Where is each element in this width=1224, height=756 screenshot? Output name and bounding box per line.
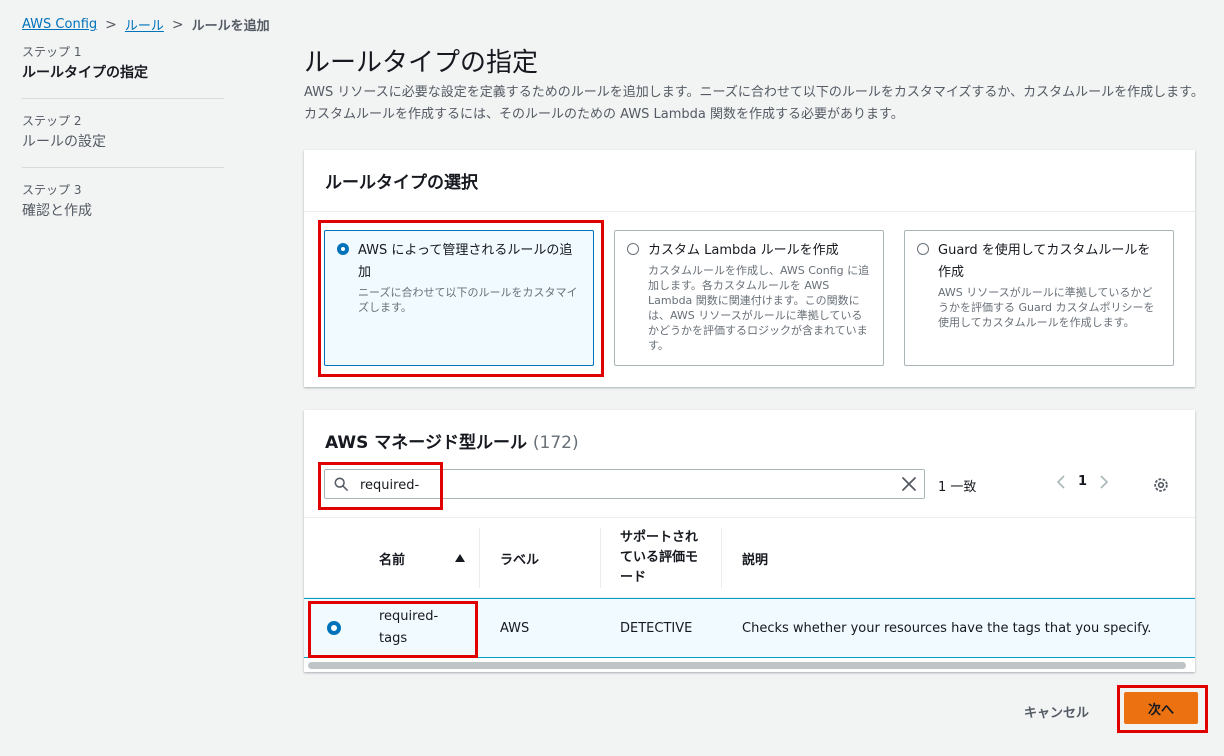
rule-mode: DETECTIVE bbox=[620, 620, 693, 636]
tile-guard-custom-rule[interactable]: Guard を使用してカスタムルールを作成 AWS リソースがルールに準拠してい… bbox=[904, 230, 1174, 366]
breadcrumb-aws-config[interactable]: AWS Config bbox=[22, 17, 97, 32]
tile-description: カスタムルールを作成し、AWS Config に追加します。各カスタムルールを … bbox=[648, 264, 870, 352]
managed-rules-count: (172) bbox=[532, 433, 579, 453]
tile-description: ニーズに合わせて以下のルールをカスタマイズします。 bbox=[358, 286, 578, 314]
chevron-right-icon: > bbox=[171, 16, 184, 33]
chevron-right-icon: > bbox=[105, 16, 117, 33]
radio-button[interactable] bbox=[917, 243, 929, 255]
step-number: ステップ 2 bbox=[22, 114, 82, 128]
tile-custom-lambda-rule[interactable]: カスタム Lambda ルールを作成 カスタムルールを作成し、AWS Confi… bbox=[614, 230, 884, 366]
search-input[interactable] bbox=[358, 474, 862, 496]
breadcrumb-rules[interactable]: ルール bbox=[125, 15, 164, 34]
step-number: ステップ 3 bbox=[22, 183, 82, 197]
column-divider bbox=[479, 528, 480, 588]
column-label[interactable]: ラベル bbox=[479, 518, 599, 598]
column-name-label: 名前 bbox=[379, 552, 406, 568]
horizontal-scrollbar[interactable] bbox=[308, 662, 1186, 669]
gear-icon[interactable] bbox=[1152, 476, 1170, 494]
table-row[interactable]: required-tags AWS DETECTIVE Checks wheth… bbox=[304, 598, 1195, 658]
tile-title: AWS によって管理されるルールの追加 bbox=[358, 243, 573, 280]
match-count: 1 一致 bbox=[938, 480, 977, 495]
rules-table: 名前 ラベル サポートされている評価モード 説明 required-tags A… bbox=[304, 517, 1195, 669]
step-1[interactable]: ステップ 1 ルールタイプの指定 bbox=[22, 44, 224, 99]
wizard-steps: ステップ 1 ルールタイプの指定 ステップ 2 ルールの設定 ステップ 3 確認… bbox=[22, 44, 224, 250]
rule-type-title: ルールタイプの選択 bbox=[325, 173, 478, 193]
row-radio-button[interactable] bbox=[327, 621, 341, 635]
column-name[interactable]: 名前 bbox=[358, 518, 478, 598]
breadcrumb-current: ルールを追加 bbox=[191, 19, 270, 34]
tile-title: Guard を使用してカスタムルールを作成 bbox=[938, 243, 1151, 280]
step-3: ステップ 3 確認と作成 bbox=[22, 182, 224, 236]
managed-rules-title: AWS マネージド型ルール (172) bbox=[325, 428, 579, 453]
rule-type-panel: ルールタイプの選択 AWS によって管理されるルールの追加 ニーズに合わせて以下… bbox=[304, 150, 1195, 387]
chevron-right-icon[interactable] bbox=[1099, 474, 1109, 489]
step-name: 確認と作成 bbox=[22, 203, 92, 219]
breadcrumb: AWS Config > ルール > ルールを追加 bbox=[22, 15, 270, 35]
column-mode-text: サポートされている評価モード bbox=[620, 530, 699, 585]
rule-description: Checks whether your resources have the t… bbox=[742, 620, 1152, 636]
tile-aws-managed-rule[interactable]: AWS によって管理されるルールの追加 ニーズに合わせて以下のルールをカスタマイ… bbox=[324, 230, 594, 366]
clear-icon[interactable] bbox=[900, 475, 918, 493]
column-mode[interactable]: サポートされている評価モード bbox=[600, 518, 720, 598]
table-header: 名前 ラベル サポートされている評価モード 説明 bbox=[304, 517, 1195, 598]
column-label-text: ラベル bbox=[500, 552, 540, 568]
column-divider bbox=[721, 528, 722, 588]
column-description[interactable]: 説明 bbox=[721, 518, 1191, 598]
page-title: ルールタイプの指定 bbox=[304, 48, 539, 78]
next-button[interactable]: 次へ bbox=[1124, 692, 1198, 724]
rule-name: required-tags bbox=[379, 609, 439, 646]
column-divider bbox=[600, 528, 601, 588]
rule-label: AWS bbox=[500, 620, 530, 636]
tile-title: カスタム Lambda ルールを作成 bbox=[648, 243, 839, 258]
search-box[interactable] bbox=[324, 469, 925, 499]
page-number[interactable]: 1 bbox=[1078, 474, 1087, 489]
managed-rules-title-text: AWS マネージド型ルール bbox=[325, 433, 527, 453]
chevron-left-icon[interactable] bbox=[1056, 474, 1066, 489]
sort-up-icon bbox=[455, 554, 465, 562]
step-name: ルールタイプの指定 bbox=[22, 65, 148, 81]
column-description-text: 説明 bbox=[742, 552, 769, 568]
radio-button[interactable] bbox=[337, 243, 349, 255]
managed-rules-panel: AWS マネージド型ルール (172) 1 一致 1 名前 bbox=[304, 410, 1195, 672]
step-number: ステップ 1 bbox=[22, 45, 82, 59]
step-name: ルールの設定 bbox=[22, 134, 106, 150]
tile-description: AWS リソースがルールに準拠しているかどうかを評価する Guard カスタムポ… bbox=[938, 286, 1155, 329]
step-2: ステップ 2 ルールの設定 bbox=[22, 113, 224, 168]
radio-button[interactable] bbox=[627, 243, 639, 255]
search-icon bbox=[334, 477, 348, 491]
page-description: AWS リソースに必要な設定を定義するためのルールを追加します。ニーズに合わせて… bbox=[304, 85, 1204, 122]
pagination: 1 bbox=[1056, 474, 1109, 489]
rule-type-panel-header: ルールタイプの選択 bbox=[304, 150, 1195, 212]
cancel-button[interactable]: キャンセル bbox=[1008, 698, 1105, 725]
